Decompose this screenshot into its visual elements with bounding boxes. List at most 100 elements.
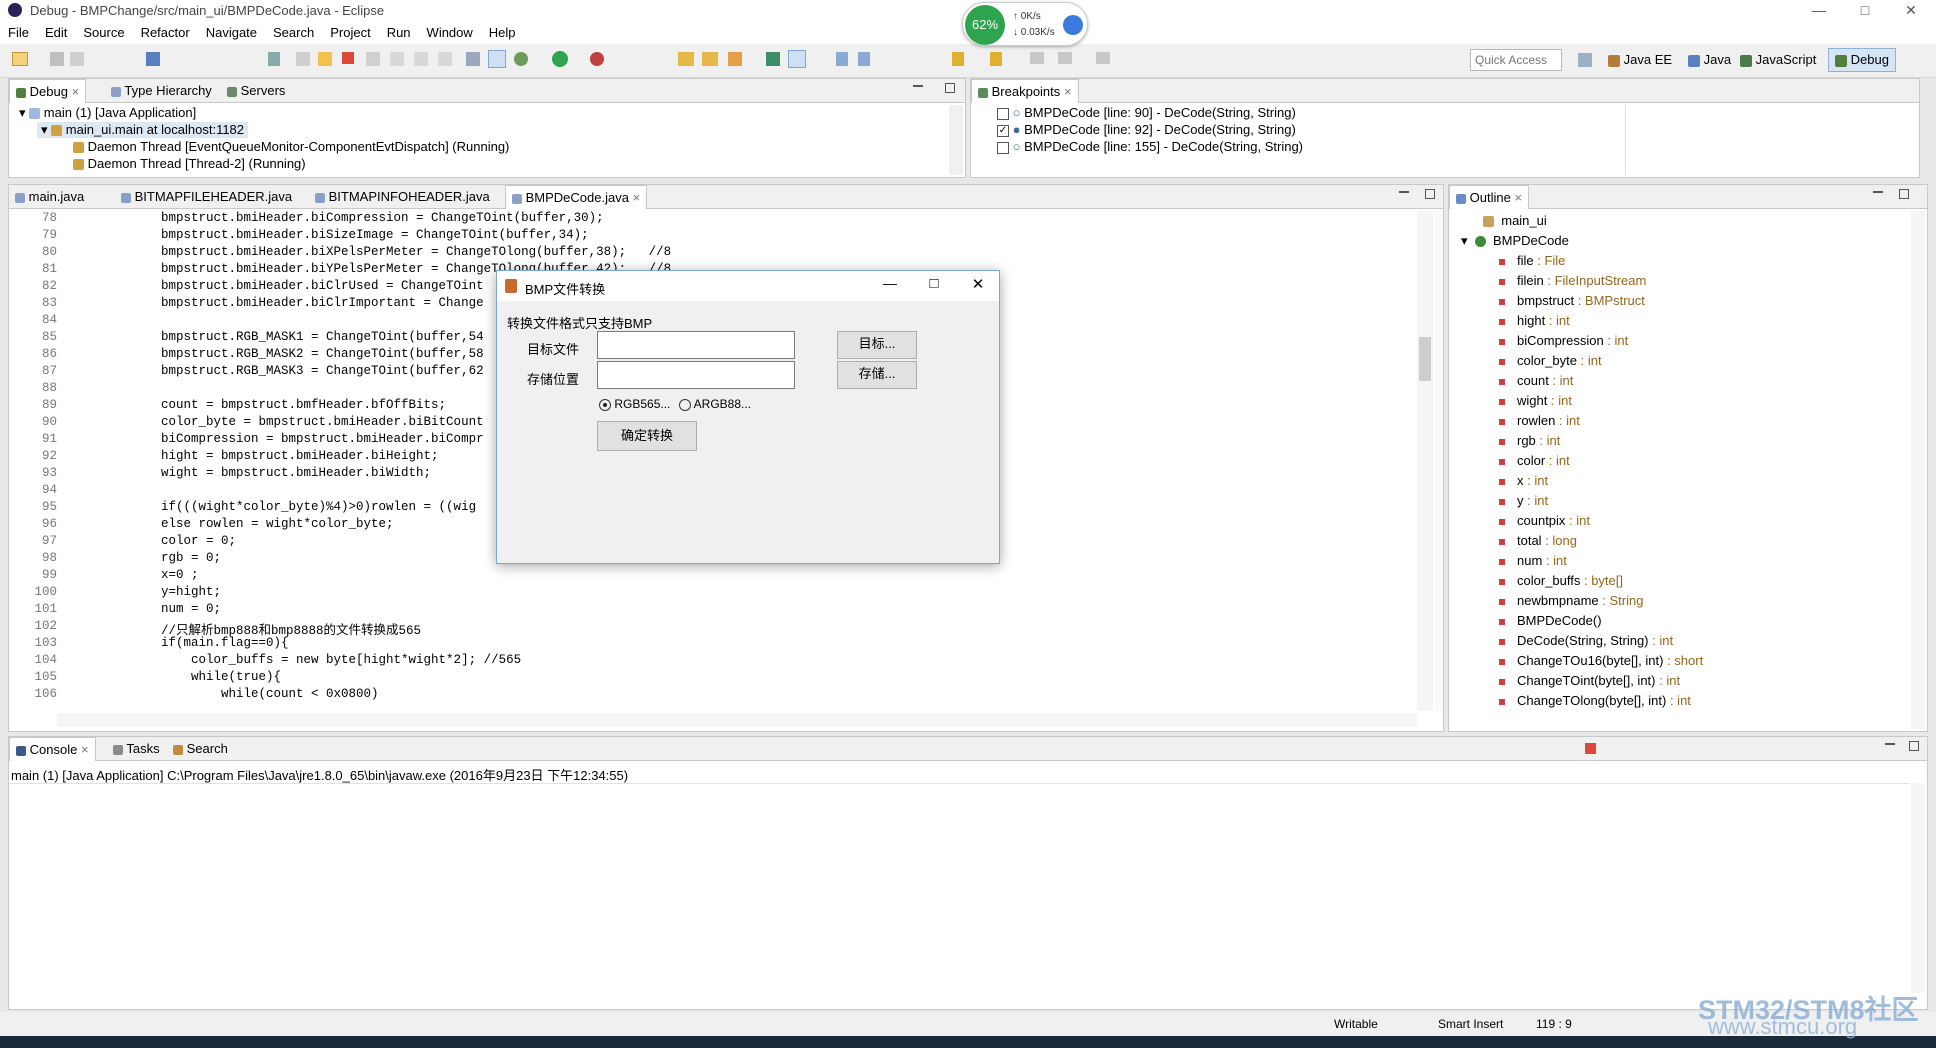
target-browse-button[interactable]: 目标... — [837, 331, 917, 359]
tab-type-hierarchy[interactable]: Type Hierarchy — [105, 79, 218, 103]
outline-member[interactable]: num : int — [1499, 553, 1567, 568]
close-button[interactable]: ✕ — [1888, 0, 1934, 22]
tab-tasks[interactable]: Tasks — [107, 737, 166, 761]
outline-member[interactable]: ChangeTOlong(byte[], int) : int — [1499, 693, 1691, 708]
tree-thread-main[interactable]: ▾ main_ui.main at localhost:1182 — [37, 122, 249, 138]
code-line[interactable]: bmpstruct.RGB_MASK3 = ChangeTOint(buffer… — [71, 364, 484, 378]
outline-member[interactable]: wight : int — [1499, 393, 1572, 408]
drop-to-frame-icon[interactable] — [466, 52, 480, 66]
code-line[interactable]: bmpstruct.bmiHeader.biCompression = Chan… — [71, 211, 604, 225]
code-line[interactable]: color = 0; — [71, 534, 236, 548]
tree-daemon-2[interactable]: Daemon Thread [Thread-2] (Running) — [73, 156, 306, 171]
tree-daemon-1[interactable]: Daemon Thread [EventQueueMonitor-Compone… — [73, 139, 509, 154]
step-into-icon[interactable] — [390, 52, 404, 66]
menu-window[interactable]: Window — [419, 22, 481, 40]
breakpoint-checkbox[interactable]: ✓ — [997, 124, 1009, 137]
code-line[interactable]: bmpstruct.bmiHeader.biSizeImage = Change… — [71, 228, 589, 242]
code-line[interactable]: color_byte = bmpstruct.bmiHeader.biBitCo… — [71, 415, 484, 429]
code-line[interactable]: wight = bmpstruct.bmiHeader.biWidth; — [71, 466, 431, 480]
code-line[interactable]: count = bmpstruct.bmfHeader.bfOffBits; — [71, 398, 446, 412]
radio-argb888[interactable]: ARGB88... — [679, 397, 751, 411]
code-line[interactable]: hight = bmpstruct.bmiHeader.biHeight; — [71, 449, 439, 463]
terminate-icon[interactable] — [342, 52, 354, 64]
breakpoint-checkbox[interactable] — [997, 141, 1009, 154]
code-line[interactable]: rgb = 0; — [71, 551, 221, 565]
confirm-convert-button[interactable]: 确定转换 — [597, 421, 697, 451]
code-line[interactable]: else rowlen = wight*color_byte; — [71, 517, 394, 531]
outline-member[interactable]: color : int — [1499, 453, 1570, 468]
console-vscroll[interactable] — [1911, 783, 1925, 993]
menu-edit[interactable]: Edit — [37, 22, 75, 40]
menu-file[interactable]: File — [0, 22, 37, 40]
save-location-input[interactable] — [597, 361, 795, 389]
maximize-view-icon[interactable] — [1425, 189, 1435, 199]
outline-member[interactable]: ChangeTOu16(byte[], int) : short — [1499, 653, 1703, 668]
boost-icon[interactable] — [1063, 15, 1083, 35]
dialog-minimize-button[interactable]: — — [875, 275, 905, 297]
terminate-console-icon[interactable] — [1585, 743, 1596, 754]
step-over-icon[interactable] — [414, 52, 428, 66]
outline-member[interactable]: DeCode(String, String) : int — [1499, 633, 1673, 648]
external-tools-icon[interactable] — [590, 52, 604, 66]
debug-icon[interactable] — [514, 52, 528, 66]
perspective-java-ee[interactable]: Java EE — [1608, 52, 1672, 67]
outline-member[interactable]: file : File — [1499, 253, 1565, 268]
radio-rgb565[interactable]: RGB565... — [599, 397, 670, 411]
save-icon[interactable] — [50, 52, 64, 66]
outline-member[interactable]: color_buffs : byte[] — [1499, 573, 1623, 588]
outline-member[interactable]: x : int — [1499, 473, 1548, 488]
code-line[interactable]: bmpstruct.bmiHeader.biXPelsPerMeter = Ch… — [71, 245, 671, 259]
outline-member[interactable]: total : long — [1499, 533, 1577, 548]
open-type-icon[interactable] — [678, 52, 694, 66]
code-line[interactable]: while(true){ — [71, 670, 281, 684]
console-output[interactable] — [9, 783, 1909, 993]
step-return-icon[interactable] — [438, 52, 452, 66]
outline-scrollbar[interactable] — [1911, 211, 1925, 729]
outline-member[interactable]: newbmpname : String — [1499, 593, 1643, 608]
code-line[interactable]: while(count < 0x0800) — [71, 687, 379, 701]
minimize-view-icon[interactable] — [1399, 191, 1409, 193]
outline-member[interactable]: countpix : int — [1499, 513, 1590, 528]
block-selection-icon[interactable] — [836, 52, 848, 66]
forward-icon[interactable] — [1096, 52, 1110, 64]
perspective-debug[interactable]: Debug — [1828, 48, 1896, 72]
outline-member[interactable]: bmpstruct : BMPstruct — [1499, 293, 1645, 308]
menu-navigate[interactable]: Navigate — [198, 22, 265, 40]
minimize-view-icon[interactable] — [913, 85, 923, 87]
close-icon[interactable]: × — [72, 84, 80, 99]
disconnect-icon[interactable] — [366, 52, 380, 66]
perspective-javascript[interactable]: JavaScript — [1740, 52, 1816, 67]
menu-search[interactable]: Search — [265, 22, 322, 40]
search-icon[interactable] — [728, 52, 742, 66]
outline-member[interactable]: biCompression : int — [1499, 333, 1628, 348]
breakpoint-row[interactable]: ○ BMPDeCode [line: 90] - DeCode(String, … — [997, 105, 1296, 120]
annotation-icon[interactable] — [766, 52, 780, 66]
prev-annotation-icon[interactable] — [990, 52, 1002, 66]
perspective-java[interactable]: Java — [1688, 52, 1731, 67]
code-line[interactable]: bmpstruct.RGB_MASK1 = ChangeTOint(buffer… — [71, 330, 484, 344]
tab-console[interactable]: Console × — [9, 737, 96, 761]
breakpoint-row[interactable]: ✓ ● BMPDeCode [line: 92] - DeCode(String… — [997, 122, 1296, 137]
outline-member[interactable]: y : int — [1499, 493, 1548, 508]
maximize-view-icon[interactable] — [1909, 741, 1919, 751]
minimize-view-icon[interactable] — [1873, 191, 1883, 193]
code-line[interactable]: biCompression = bmpstruct.bmiHeader.biCo… — [71, 432, 484, 446]
code-line[interactable]: bmpstruct.RGB_MASK2 = ChangeTOint(buffer… — [71, 347, 484, 361]
use-step-filters-icon[interactable] — [488, 50, 506, 68]
outline-member[interactable]: filein : FileInputStream — [1499, 273, 1646, 288]
debug-scrollbar[interactable] — [949, 105, 963, 175]
outline-package[interactable]: main_ui — [1483, 213, 1547, 228]
quick-access-input[interactable] — [1470, 49, 1562, 71]
code-line[interactable]: if(main.flag==0){ — [71, 636, 289, 650]
code-line[interactable]: if(((wight*color_byte)%4)>0)rowlen = ((w… — [71, 500, 476, 514]
outline-class[interactable]: ▾ BMPDeCode — [1461, 233, 1569, 249]
menu-project[interactable]: Project — [322, 22, 378, 40]
tab-bmpdecode[interactable]: BMPDeCode.java × — [505, 185, 648, 209]
maximize-button[interactable]: □ — [1842, 0, 1888, 22]
code-line[interactable]: bmpstruct.bmiHeader.biClrImportant = Cha… — [71, 296, 484, 310]
breakpoint-checkbox[interactable] — [997, 107, 1009, 120]
dialog-close-button[interactable]: ✕ — [963, 275, 993, 297]
breakpoint-row[interactable]: ○ BMPDeCode [line: 155] - DeCode(String,… — [997, 139, 1303, 154]
outline-member[interactable]: ChangeTOint(byte[], int) : int — [1499, 673, 1680, 688]
skip-breakpoints-icon[interactable] — [268, 52, 280, 66]
